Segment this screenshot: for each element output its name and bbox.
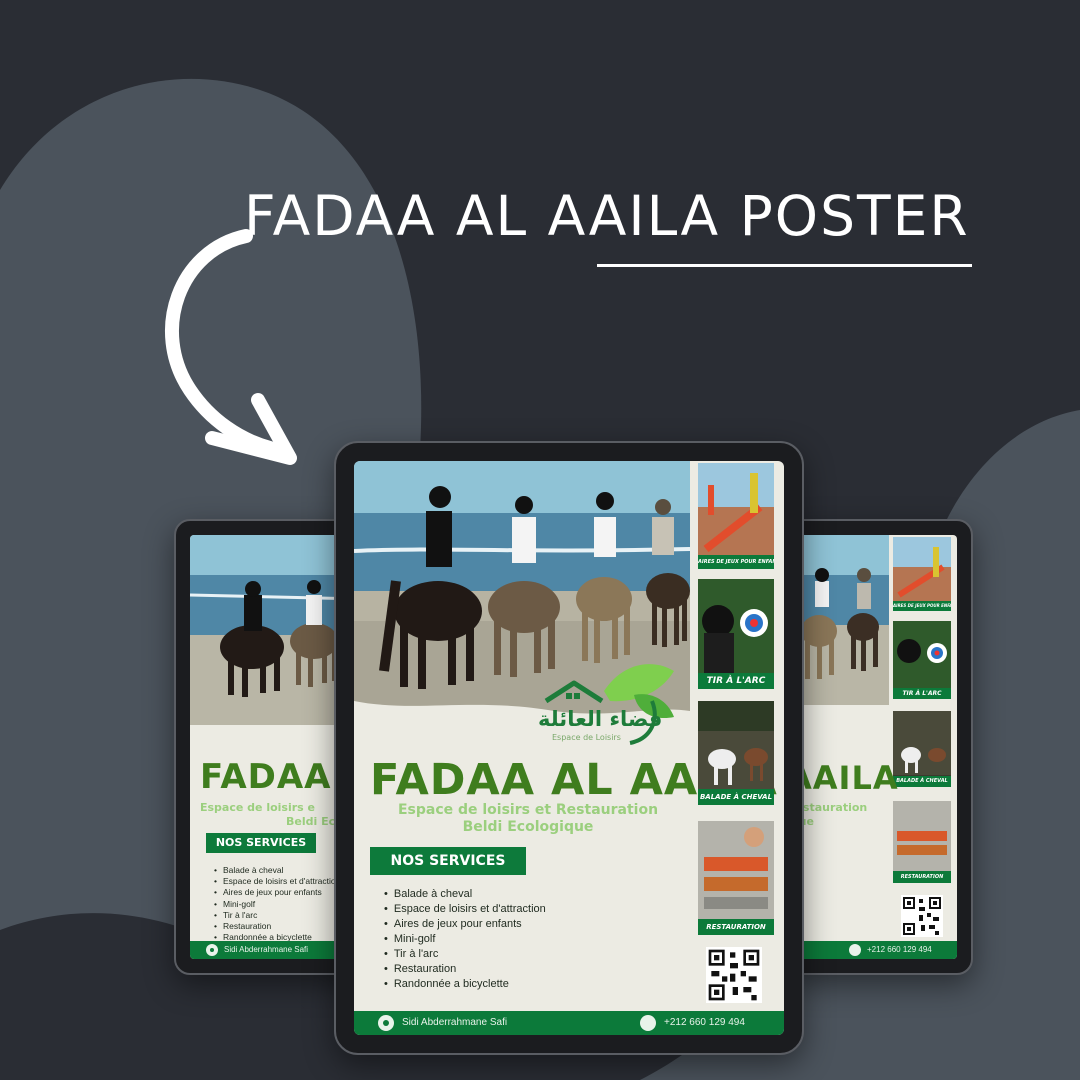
services-list-left: Balade à cheval Espace de loisirs et d'a…: [214, 865, 340, 943]
tile-playground-right: AIRES DE JEUX POUR ENFANTS: [893, 537, 951, 611]
subtitle-line1: Espace de loisirs et Restauration: [397, 802, 659, 818]
services-badge-left: NOS SERVICES: [206, 833, 316, 853]
service-item: Balade à cheval: [384, 887, 546, 902]
footer-location-left: Sidi Abderrahmane Safi: [224, 945, 309, 954]
phone-icon: [849, 944, 861, 956]
service-item: Randonnée a bicyclette: [384, 977, 546, 992]
subtitle-line1-left: Espace de loisirs e: [200, 801, 316, 814]
logo-arabic: فضاء العائلة: [538, 707, 663, 731]
tablet-right-screen: AIRES DE JEUX POUR ENFANTS TIR À L'ARC B…: [789, 535, 957, 959]
service-item: Mini-golf: [214, 899, 340, 910]
subtitle-line2: Beldi Ecologique: [462, 819, 594, 835]
services-badge: NOS SERVICES: [370, 847, 526, 875]
footer-location: Sidi Abderrahmane Safi: [402, 1017, 508, 1028]
service-item: Restauration: [214, 921, 340, 932]
location-pin-icon: [378, 1015, 394, 1031]
service-item: Mini-golf: [384, 932, 546, 947]
service-item: Aires de jeux pour enfants: [384, 917, 546, 932]
tablet-right: AIRES DE JEUX POUR ENFANTS TIR À L'ARC B…: [787, 519, 973, 975]
house-leaf-logo-icon: فضاء العائلة Espace de Loisirs: [534, 661, 684, 751]
service-item: Aires de jeux pour enfants: [214, 887, 340, 898]
tablet-center-screen: فضاء العائلة Espace de Loisirs FADAA AL …: [354, 461, 784, 1035]
tablet-center: فضاء العائلة Espace de Loisirs FADAA AL …: [334, 441, 804, 1055]
brand-name-right: AAILA: [789, 759, 899, 797]
footer: Sidi Abderrahmane Safi +212 660 129 494: [354, 1011, 784, 1035]
footer-phone-right: +212 660 129 494: [867, 945, 932, 954]
location-pin-icon: [206, 944, 218, 956]
service-item: Balade à cheval: [214, 865, 340, 876]
logo-tagline: Espace de Loisirs: [552, 733, 621, 742]
tile-archery: TIR À L'ARC: [698, 579, 774, 689]
service-item: Tir à l'arc: [384, 947, 546, 962]
tile-restaurant: RESTAURATION: [698, 821, 774, 935]
headline: FADAA AL AAILA POSTER: [244, 184, 970, 248]
service-item: Espace de loisirs et d'attraction: [384, 902, 546, 917]
tile-restaurant-right: RESTAURATION: [893, 801, 951, 883]
service-item: Tir à l'arc: [214, 910, 340, 921]
footer-phone: +212 660 129 494: [664, 1017, 745, 1028]
service-item: Restauration: [384, 962, 546, 977]
footer-right: +212 660 129 494: [789, 941, 957, 959]
headline-underline: [597, 264, 972, 267]
qr-code-icon: [706, 947, 762, 1003]
phone-icon: [640, 1015, 656, 1031]
qr-code-icon: [901, 895, 943, 937]
services-list: Balade à cheval Espace de loisirs et d'a…: [384, 887, 546, 992]
tile-horse-ride: BALADE À CHEVAL: [698, 701, 774, 805]
tile-horse-ride-right: BALADE À CHEVAL: [893, 711, 951, 787]
tile-playground: AIRES DE JEUX POUR ENFANTS: [698, 463, 774, 569]
service-item: Espace de loisirs et d'attraction: [214, 876, 340, 887]
horse-ride-photo: [789, 535, 889, 705]
tile-archery-right: TIR À L'ARC: [893, 621, 951, 699]
